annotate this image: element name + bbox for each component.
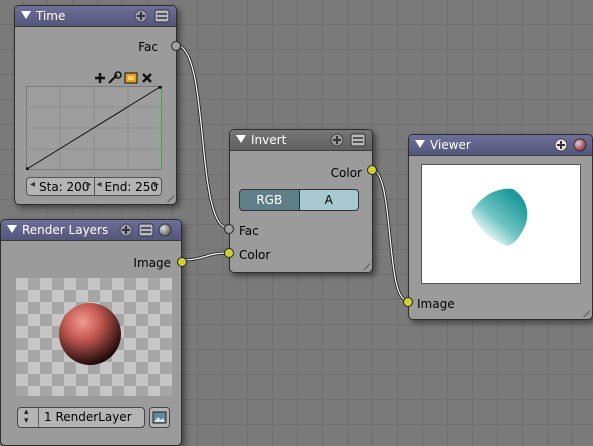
rgb-toggle-button[interactable]: RGB bbox=[239, 189, 300, 211]
updown-arrow-icon[interactable]: ▴ ▾ bbox=[24, 408, 29, 426]
time-output-fac-label: Fac bbox=[138, 40, 158, 54]
end-frame-label: End: 250 bbox=[104, 180, 159, 194]
end-frame-field[interactable]: ◂ End: 250 ▸ bbox=[94, 177, 162, 196]
invert-output-color-label: Color bbox=[330, 166, 362, 180]
arrow-left-icon[interactable]: ◂ bbox=[97, 179, 102, 190]
render-image-output-socket[interactable] bbox=[177, 257, 187, 267]
time-node-title: Time bbox=[36, 9, 66, 23]
resize-handle[interactable] bbox=[581, 308, 590, 317]
invert-node-header[interactable]: Invert bbox=[230, 130, 372, 151]
plus-circle-icon[interactable] bbox=[119, 223, 133, 237]
collapse-icon[interactable] bbox=[7, 225, 17, 233]
invert-node-title: Invert bbox=[251, 133, 287, 147]
wrench-icon bbox=[108, 71, 122, 84]
invert-node[interactable]: Invert Color RGB A Fac Color bbox=[224, 129, 377, 273]
render-output-image-label: Image bbox=[133, 256, 171, 270]
render-layers-title: Render Layers bbox=[22, 223, 109, 237]
plus-circle-icon[interactable] bbox=[554, 138, 568, 152]
time-curve-graph[interactable] bbox=[26, 86, 162, 170]
resize-handle[interactable] bbox=[165, 193, 174, 202]
sphere-icon[interactable] bbox=[158, 223, 172, 237]
collapse-icon[interactable] bbox=[21, 11, 31, 19]
collapse-icon[interactable] bbox=[236, 135, 246, 143]
plus-icon bbox=[95, 73, 105, 83]
time-range-row: ◂ Sta: 200 ▸ ◂ End: 250 ▸ bbox=[26, 177, 162, 196]
alpha-toggle-button[interactable]: A bbox=[299, 189, 359, 211]
menu-lines-icon[interactable] bbox=[138, 223, 154, 237]
plus-circle-icon[interactable] bbox=[134, 9, 148, 23]
time-node[interactable]: Time Fac ◂ Sta: 200 ▸ ◂ End: 250 ▸ bbox=[14, 5, 181, 205]
viewer-node-header[interactable]: Viewer bbox=[409, 135, 592, 156]
curve-tools bbox=[95, 71, 152, 84]
channel-toggle: RGB A bbox=[239, 189, 359, 211]
start-frame-label: Sta: 200 bbox=[39, 180, 90, 194]
render-layers-node[interactable]: Render Layers Image ▴ ▾ 1 RenderLayer bbox=[0, 219, 187, 446]
viewer-preview-image bbox=[421, 164, 581, 284]
render-preview-image bbox=[16, 278, 172, 396]
time-node-header[interactable]: Time bbox=[15, 6, 176, 27]
sphere-icon[interactable] bbox=[573, 138, 587, 152]
collapse-icon[interactable] bbox=[415, 140, 425, 148]
invert-input-color-label: Color bbox=[239, 248, 271, 262]
renderlayer-select-label: 1 RenderLayer bbox=[44, 410, 132, 424]
alpha-toggle-label: A bbox=[324, 193, 333, 207]
viewer-node-title: Viewer bbox=[430, 138, 471, 152]
menu-lines-icon[interactable] bbox=[154, 9, 170, 23]
plus-circle-icon[interactable] bbox=[330, 133, 344, 147]
viewer-input-image-label: Image bbox=[417, 297, 455, 311]
invert-color-output-socket[interactable] bbox=[367, 165, 377, 175]
menu-lines-icon[interactable] bbox=[350, 133, 366, 147]
viewer-image-input-socket[interactable] bbox=[403, 297, 413, 307]
image-icon[interactable] bbox=[149, 407, 170, 428]
link-invert-color-to-viewer-image bbox=[370, 167, 408, 302]
invert-input-fac-label: Fac bbox=[239, 224, 259, 238]
start-frame-field[interactable]: ◂ Sta: 200 ▸ bbox=[26, 177, 95, 196]
clip-icon bbox=[124, 72, 138, 84]
render-layers-header[interactable]: Render Layers bbox=[1, 220, 181, 241]
renderlayer-select[interactable]: ▴ ▾ 1 RenderLayer bbox=[17, 407, 145, 428]
arrow-left-icon[interactable]: ◂ bbox=[30, 179, 35, 190]
arrow-right-icon[interactable]: ▸ bbox=[154, 179, 159, 190]
invert-color-input-socket[interactable] bbox=[224, 248, 234, 258]
invert-fac-input-socket[interactable] bbox=[224, 224, 234, 234]
viewer-node[interactable]: Viewer Image bbox=[403, 134, 593, 320]
rgb-toggle-label: RGB bbox=[256, 193, 283, 207]
close-icon bbox=[142, 73, 152, 83]
resize-handle[interactable] bbox=[361, 261, 370, 270]
arrow-right-icon[interactable]: ▸ bbox=[86, 179, 91, 190]
time-fac-output-socket[interactable] bbox=[171, 41, 181, 51]
